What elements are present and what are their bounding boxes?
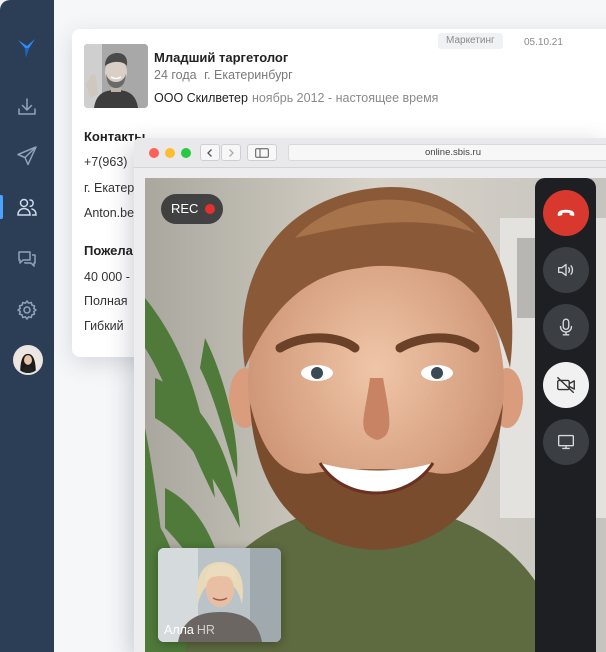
camera-toggle-button[interactable] [543,362,589,408]
screen-share-button[interactable] [543,419,589,465]
app-sidebar [0,0,54,652]
wishes-title: Пожела [84,243,133,258]
hangup-button[interactable] [543,190,589,236]
candidate-age: 24 года [154,68,197,82]
candidate-age-city: 24 года г. Екатеринбург [154,68,293,82]
chevron-right-icon [229,148,234,157]
job-title: Младший таргетолог [154,50,289,65]
sidebar-item-chat[interactable] [0,239,54,279]
work-period: ноябрь 2012 - настоящее время [251,91,439,105]
recording-indicator[interactable]: REC [161,194,223,224]
contact-phone[interactable]: +7(963) [84,155,127,169]
company-name: ООО Скилветер [154,91,248,105]
work-experience: ООО Скилветер ноябрь 2012 - настоящее вре… [154,91,438,105]
candidate-photo-image [84,44,148,108]
gear-icon [17,300,37,320]
wish-salary: 40 000 - [84,270,130,284]
back-button[interactable] [200,144,220,161]
participant-name: Алла [164,623,194,637]
window-minimize-button[interactable] [165,148,175,158]
window-close-button[interactable] [149,148,159,158]
monitor-icon [557,434,575,450]
browser-toolbar: online.sbis.ru [134,138,606,168]
candidate-city: г. Екатеринбург [204,68,293,82]
download-icon [18,98,36,115]
candidate-photo [84,44,148,108]
camera-off-icon [557,376,575,394]
wish-schedule: Гибкий [84,319,124,333]
category-tag[interactable]: Маркетинг [438,33,503,49]
speaker-button[interactable] [543,247,589,293]
bird-logo-icon [18,39,35,57]
address-bar[interactable]: online.sbis.ru [288,144,606,161]
sidebar-item-send[interactable] [0,136,54,176]
paper-plane-icon [17,146,37,166]
rec-label: REC [171,201,199,216]
speaker-icon [557,263,574,277]
rec-dot-icon [205,204,215,214]
microphone-icon [559,318,573,336]
sidebar-toggle-button[interactable] [247,144,277,161]
participant-label: Алла HR [164,623,215,637]
contact-email[interactable]: Anton.be [84,206,134,220]
forward-button[interactable] [221,144,241,161]
sidebar-item-settings[interactable] [0,290,54,330]
self-video-preview[interactable]: Алла HR [158,548,281,642]
participant-role: HR [196,623,215,637]
window-maximize-button[interactable] [181,148,191,158]
avatar-image [15,347,41,373]
sidebar-icon [255,147,269,158]
users-icon [17,198,37,216]
chevron-left-icon [207,148,212,157]
call-controls [535,178,596,652]
resume-date: 05.10.21 [524,37,563,48]
phone-hangup-icon [557,209,575,216]
contact-address: г. Екатер [84,181,135,195]
sidebar-item-downloads[interactable] [0,87,54,127]
wish-employment: Полная [84,294,128,308]
app-logo[interactable] [0,28,54,68]
microphone-button[interactable] [543,304,589,350]
user-avatar[interactable] [13,345,43,375]
sidebar-item-contacts[interactable] [0,187,54,227]
chat-bubbles-icon [18,251,36,267]
